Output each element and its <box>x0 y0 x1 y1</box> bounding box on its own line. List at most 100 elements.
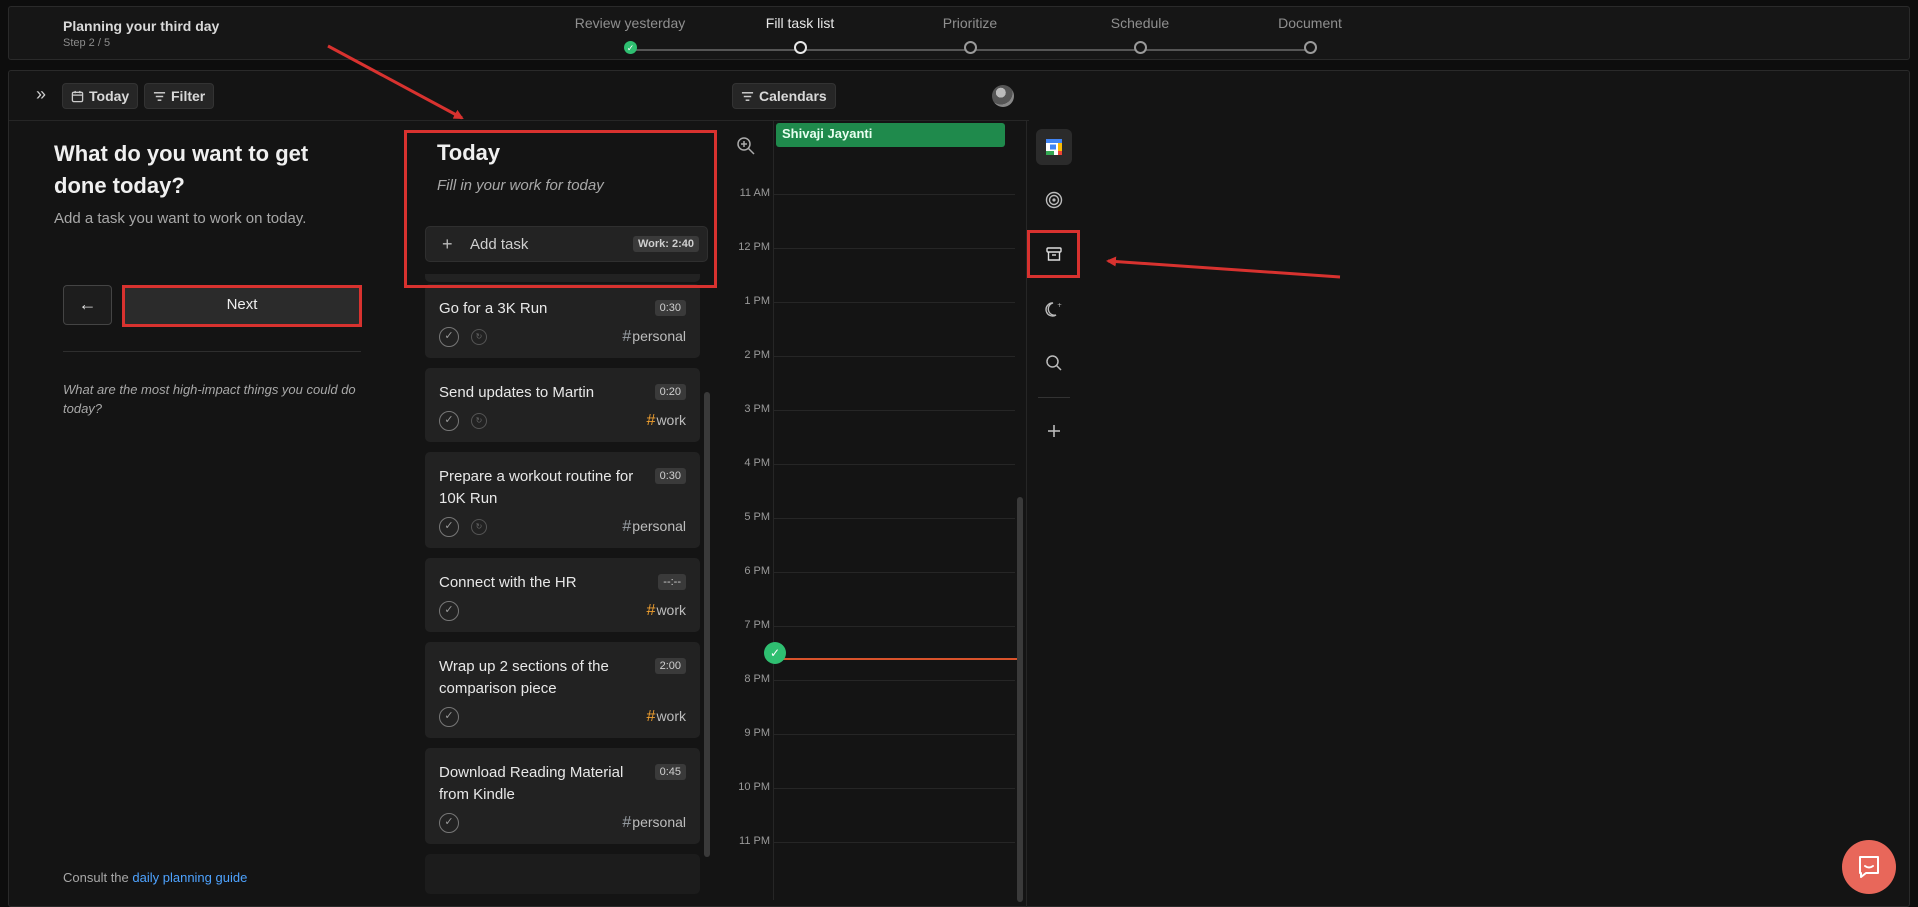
calendar-hour-row[interactable]: 2 PM <box>720 349 1020 361</box>
toolbar: » Today Filter Calendars <box>9 71 1029 121</box>
check-icon[interactable]: ✓ <box>764 642 786 664</box>
task-duration[interactable]: 2:00 <box>654 658 686 674</box>
complete-check-icon[interactable]: ✓ <box>439 601 459 621</box>
archive-icon[interactable] <box>1036 236 1072 272</box>
task-list-scrollbar[interactable] <box>704 392 710 857</box>
moon-icon[interactable]: + <box>1036 291 1072 327</box>
task-tag[interactable]: #personal <box>622 328 686 346</box>
task-card[interactable] <box>425 854 700 894</box>
calendars-button[interactable]: Calendars <box>732 83 836 109</box>
hour-label: 10 PM <box>738 781 770 793</box>
calendar-hour-row[interactable]: 9 PM <box>720 727 1020 739</box>
complete-check-icon[interactable]: ✓ <box>439 707 459 727</box>
planning-hint: What are the most high-impact things you… <box>63 382 356 416</box>
hour-gridline <box>773 626 1015 627</box>
hash-icon: # <box>622 328 632 345</box>
hour-label: 8 PM <box>744 673 770 685</box>
complete-check-icon[interactable]: ✓ <box>439 813 459 833</box>
chat-launcher-icon[interactable] <box>1842 840 1896 894</box>
calendar-hour-row[interactable]: 3 PM <box>720 403 1020 415</box>
target-icon[interactable] <box>1036 182 1072 218</box>
hour-gridline <box>773 518 1015 519</box>
task-tag[interactable]: #personal <box>622 814 686 832</box>
complete-check-icon[interactable]: ✓ <box>439 327 459 347</box>
divider <box>63 351 361 352</box>
expand-sidebar-icon[interactable]: » <box>29 83 53 107</box>
google-calendar-icon[interactable] <box>1036 129 1072 165</box>
task-card[interactable]: Wrap up 2 sections of the comparison pie… <box>425 642 700 738</box>
task-tag[interactable]: #work <box>647 708 686 726</box>
task-tag[interactable]: #work <box>647 602 686 620</box>
task-title: Download Reading Material from Kindle <box>439 764 624 803</box>
step-review-yesterday[interactable]: Review yesterday ✓ <box>550 15 710 54</box>
hour-label: 5 PM <box>744 511 770 523</box>
calendar-hour-row[interactable]: 5 PM <box>720 511 1020 523</box>
calendar-hour-row[interactable]: 11 PM <box>720 835 1020 847</box>
hour-label: 11 PM <box>739 835 770 847</box>
step-schedule[interactable]: Schedule <box>1060 15 1220 54</box>
calendar-hour-row[interactable]: 12 PM <box>720 241 1020 253</box>
step-prioritize[interactable]: Prioritize <box>890 15 1050 54</box>
calendar-hour-row[interactable]: 7 PM <box>720 619 1020 631</box>
today-subtitle: Fill in your work for today <box>437 177 604 194</box>
daily-planning-guide-link[interactable]: daily planning guide <box>132 870 247 885</box>
today-button[interactable]: Today <box>62 83 139 109</box>
task-duration[interactable]: 0:20 <box>654 384 686 400</box>
task-duration[interactable]: 0:30 <box>654 300 686 316</box>
today-title: Today <box>437 140 501 165</box>
task-tag[interactable]: #work <box>647 412 686 430</box>
task-title: Wrap up 2 sections of the comparison pie… <box>439 658 609 697</box>
rail-divider <box>1026 120 1027 907</box>
hour-label: 12 PM <box>738 241 770 253</box>
next-button[interactable]: Next <box>123 285 361 325</box>
step-document[interactable]: Document <box>1230 15 1390 54</box>
task-tag[interactable]: #personal <box>622 518 686 536</box>
plus-icon[interactable] <box>1036 413 1072 449</box>
calendar-hour-row[interactable]: 4 PM <box>720 457 1020 469</box>
task-duration[interactable]: 0:45 <box>654 764 686 780</box>
zoom-in-icon[interactable] <box>736 136 756 156</box>
task-title: Prepare a workout routine for 10K Run <box>439 468 634 507</box>
search-icon[interactable] <box>1036 345 1072 381</box>
rail-separator <box>1038 397 1070 398</box>
guide-text: Consult the daily planning guide <box>63 870 248 885</box>
task-duration[interactable]: 0:30 <box>654 468 686 484</box>
task-card[interactable]: Send updates to Martin 0:20 ✓ ↻ #work <box>425 368 700 442</box>
plus-icon: + <box>442 234 453 254</box>
calendar-hour-row[interactable]: 6 PM <box>720 565 1020 577</box>
task-duration[interactable]: --:-- <box>658 574 686 590</box>
task-card[interactable]: Download Reading Material from Kindle 0:… <box>425 748 700 844</box>
task-title: Send updates to Martin <box>439 384 595 401</box>
filter-button[interactable]: Filter <box>144 83 215 109</box>
filter-icon <box>741 91 754 101</box>
step-dot <box>1134 41 1147 54</box>
hour-gridline <box>773 410 1015 411</box>
step-dot <box>794 41 807 54</box>
plan-step-counter: Step 2 / 5 <box>63 37 111 49</box>
calendar-event[interactable]: Shivaji Jayanti <box>776 123 1005 147</box>
hash-icon: # <box>646 602 656 619</box>
calendar-gutter-line <box>773 120 774 900</box>
calendar-hour-row[interactable]: 1 PM <box>720 295 1020 307</box>
hour-label: 1 PM <box>744 295 770 307</box>
task-card[interactable]: Connect with the HR --:-- ✓ #work <box>425 558 700 632</box>
step-fill-task-list[interactable]: Fill task list <box>720 15 880 54</box>
complete-check-icon[interactable]: ✓ <box>439 411 459 431</box>
add-task-button[interactable]: + Add task Work: 2:40 <box>425 226 708 262</box>
task-card[interactable]: Prepare a workout routine for 10K Run 0:… <box>425 452 700 548</box>
calendar-scrollbar[interactable] <box>1017 497 1023 902</box>
task-card[interactable]: Go for a 3K Run 0:30 ✓ ↻ #personal <box>425 284 700 358</box>
filter-icon <box>153 91 166 101</box>
hour-gridline <box>773 356 1015 357</box>
hour-gridline <box>773 464 1015 465</box>
calendar-icon <box>71 90 84 102</box>
calendar-hour-row[interactable]: 11 AM <box>720 187 1020 199</box>
hour-gridline <box>773 788 1015 789</box>
calendar-hour-row[interactable]: 8 PM <box>720 673 1020 685</box>
hash-icon: # <box>646 708 656 725</box>
avatar[interactable] <box>992 85 1014 107</box>
hour-label: 11 AM <box>739 187 770 199</box>
back-button[interactable]: ← <box>63 285 112 325</box>
complete-check-icon[interactable]: ✓ <box>439 517 459 537</box>
calendar-hour-row[interactable]: 10 PM <box>720 781 1020 793</box>
